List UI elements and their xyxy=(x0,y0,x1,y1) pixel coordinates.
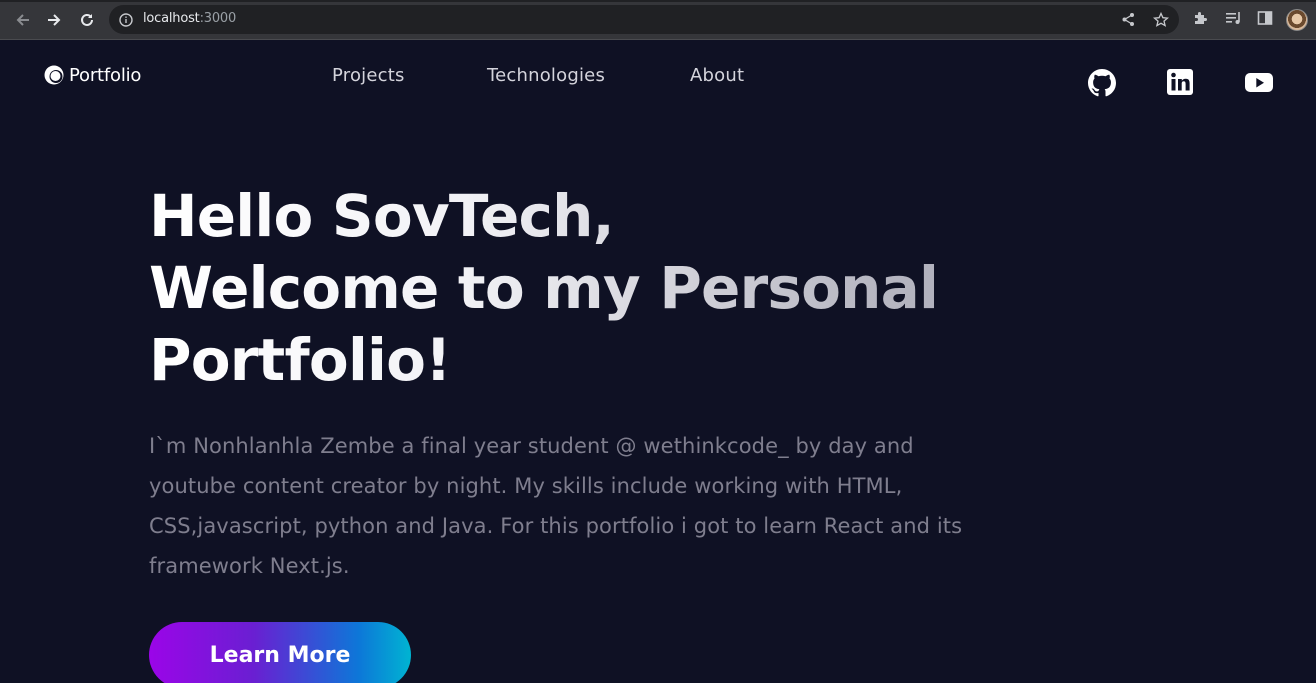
browser-toolbar: localhost:3000 xyxy=(0,0,1316,40)
hero-title-line-1: Hello SovTech, xyxy=(149,180,1049,252)
hero-description: I`m Nonhlanhla Zembe a final year studen… xyxy=(149,434,963,578)
youtube-link[interactable] xyxy=(1245,69,1273,99)
share-icon[interactable] xyxy=(1121,12,1136,31)
hero-title-line-3: Portfolio! xyxy=(149,324,1049,396)
nav-link-about[interactable]: About xyxy=(690,65,744,86)
profile-avatar[interactable] xyxy=(1286,9,1308,31)
hero-title-line-2: Welcome to my Personal xyxy=(149,252,1049,324)
back-button[interactable] xyxy=(12,9,34,31)
circle-logo-icon xyxy=(44,65,64,85)
portfolio-page: Portfolio Projects Technologies About He… xyxy=(0,40,1316,683)
site-info-icon[interactable] xyxy=(119,12,133,31)
github-icon xyxy=(1088,69,1116,97)
extensions-puzzle-icon[interactable] xyxy=(1193,10,1209,30)
site-logo[interactable]: Portfolio xyxy=(43,64,141,86)
reload-button[interactable] xyxy=(76,9,98,31)
youtube-icon xyxy=(1245,73,1273,92)
nav-link-technologies[interactable]: Technologies xyxy=(487,65,605,86)
bookmark-star-icon[interactable] xyxy=(1152,11,1170,32)
side-panel-icon[interactable] xyxy=(1257,10,1273,30)
linkedin-icon xyxy=(1167,69,1193,95)
nav-link-projects[interactable]: Projects xyxy=(332,65,405,86)
linkedin-link[interactable] xyxy=(1167,69,1193,99)
logo-text: Portfolio xyxy=(69,64,142,86)
github-link[interactable] xyxy=(1088,69,1116,101)
reload-icon xyxy=(81,13,93,26)
tab-strip-edge xyxy=(0,0,1316,2)
back-arrow-icon xyxy=(16,14,29,26)
address-bar[interactable]: localhost:3000 xyxy=(109,5,1179,34)
forward-arrow-icon xyxy=(48,14,61,26)
reading-list-icon[interactable] xyxy=(1225,10,1243,30)
forward-button[interactable] xyxy=(43,9,65,31)
url-text[interactable]: localhost:3000 xyxy=(143,11,236,26)
hero-title: Hello SovTech, Welcome to my Personal Po… xyxy=(149,180,1049,396)
learn-more-button[interactable]: Learn More xyxy=(149,622,411,683)
